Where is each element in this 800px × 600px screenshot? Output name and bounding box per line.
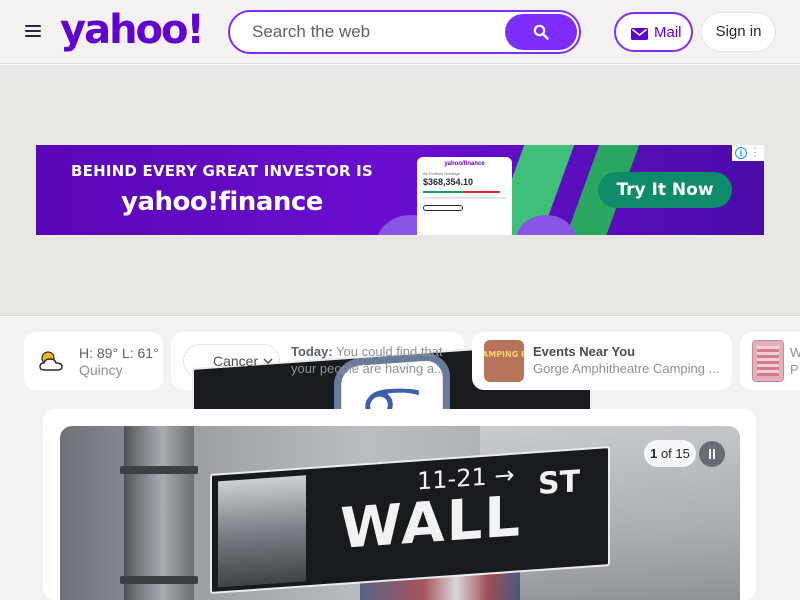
ad-phone-value: $368,354.10 — [423, 177, 474, 187]
events-thumbnail: AMPING PRESS PASS — [484, 340, 524, 382]
partial-card-text: WP — [790, 344, 800, 378]
search-bar — [228, 10, 581, 54]
chevron-down-icon — [263, 358, 273, 364]
ad-choices[interactable]: i · · · — [732, 145, 764, 162]
ad-info-icon[interactable]: i — [735, 147, 747, 159]
sign-street-name: WALL — [340, 484, 522, 562]
horoscope-label: Today: — [291, 344, 333, 359]
ad-more-icon[interactable]: · · · — [752, 145, 758, 162]
partial-card-thumbnail — [752, 340, 784, 382]
ad-brand-logo: yahoo!finance — [121, 187, 323, 217]
yahoo-finance-ad[interactable]: BEHIND EVERY GREAT INVESTOR IS yahoo!fin… — [36, 145, 764, 235]
hero-image[interactable]: 11-21 → WALL ST — [60, 426, 740, 600]
weather-location: Quincy — [79, 362, 123, 378]
weather-temperature: H: 89° L: 61° — [79, 345, 159, 361]
street-pole — [124, 426, 194, 600]
ad-phone-divider — [423, 197, 506, 199]
try-it-now-button[interactable]: Try It Now — [598, 172, 732, 208]
horoscope-card: ♋ Cancer Today: You could find that your… — [171, 332, 592, 488]
ad-phone-title: yahoo/finance — [444, 161, 485, 167]
pole-band — [120, 466, 198, 474]
zodiac-sign-name: Cancer — [213, 353, 259, 369]
menu-icon[interactable] — [22, 22, 44, 42]
partial-card-line2: P — [790, 362, 799, 377]
events-subtitle: Gorge Amphitheatre Camping ... — [533, 361, 720, 376]
partly-cloudy-icon — [39, 351, 63, 371]
partial-card[interactable]: WP — [740, 332, 800, 390]
horoscope-text[interactable]: Today: You could find that your people a… — [291, 343, 451, 379]
sign-photo — [218, 475, 306, 588]
ad-zone: BEHIND EVERY GREAT INVESTOR IS yahoo!fin… — [0, 65, 800, 316]
search-button[interactable] — [505, 14, 577, 50]
ad-phone-button — [423, 205, 463, 211]
search-icon — [533, 24, 549, 40]
partial-card-line1: W — [790, 345, 800, 360]
mail-icon — [631, 28, 648, 40]
zodiac-selector[interactable]: ♋ Cancer — [183, 340, 592, 488]
yahoo-logo[interactable]: yahoo! — [60, 6, 205, 54]
pole-band — [120, 576, 198, 584]
mail-button[interactable]: Mail — [614, 12, 693, 52]
mail-label: Mail — [654, 24, 682, 41]
weather-card[interactable]: H: 89° L: 61° Quincy — [24, 332, 163, 390]
pause-icon[interactable] — [699, 441, 725, 467]
ad-phone-label: All Portfolio Holdings — [423, 171, 460, 176]
search-input[interactable] — [230, 12, 505, 52]
slide-counter: 1 of 15 — [644, 440, 696, 467]
ad-headline: BEHIND EVERY GREAT INVESTOR IS — [71, 162, 373, 180]
events-thumb-text: AMPING PRESS PASS — [484, 350, 524, 359]
slide-total: of 15 — [657, 446, 690, 461]
header: yahoo! Mail Sign in — [0, 0, 800, 64]
ad-phone-bar — [463, 191, 501, 193]
sign-in-button[interactable]: Sign in — [701, 12, 776, 52]
ad-phone-mockup: yahoo/finance All Portfolio Holdings $36… — [417, 157, 512, 235]
sign-suffix: ST — [538, 464, 581, 503]
events-title: Events Near You — [533, 344, 636, 359]
events-card[interactable]: AMPING PRESS PASS Events Near You Gorge … — [472, 332, 732, 390]
